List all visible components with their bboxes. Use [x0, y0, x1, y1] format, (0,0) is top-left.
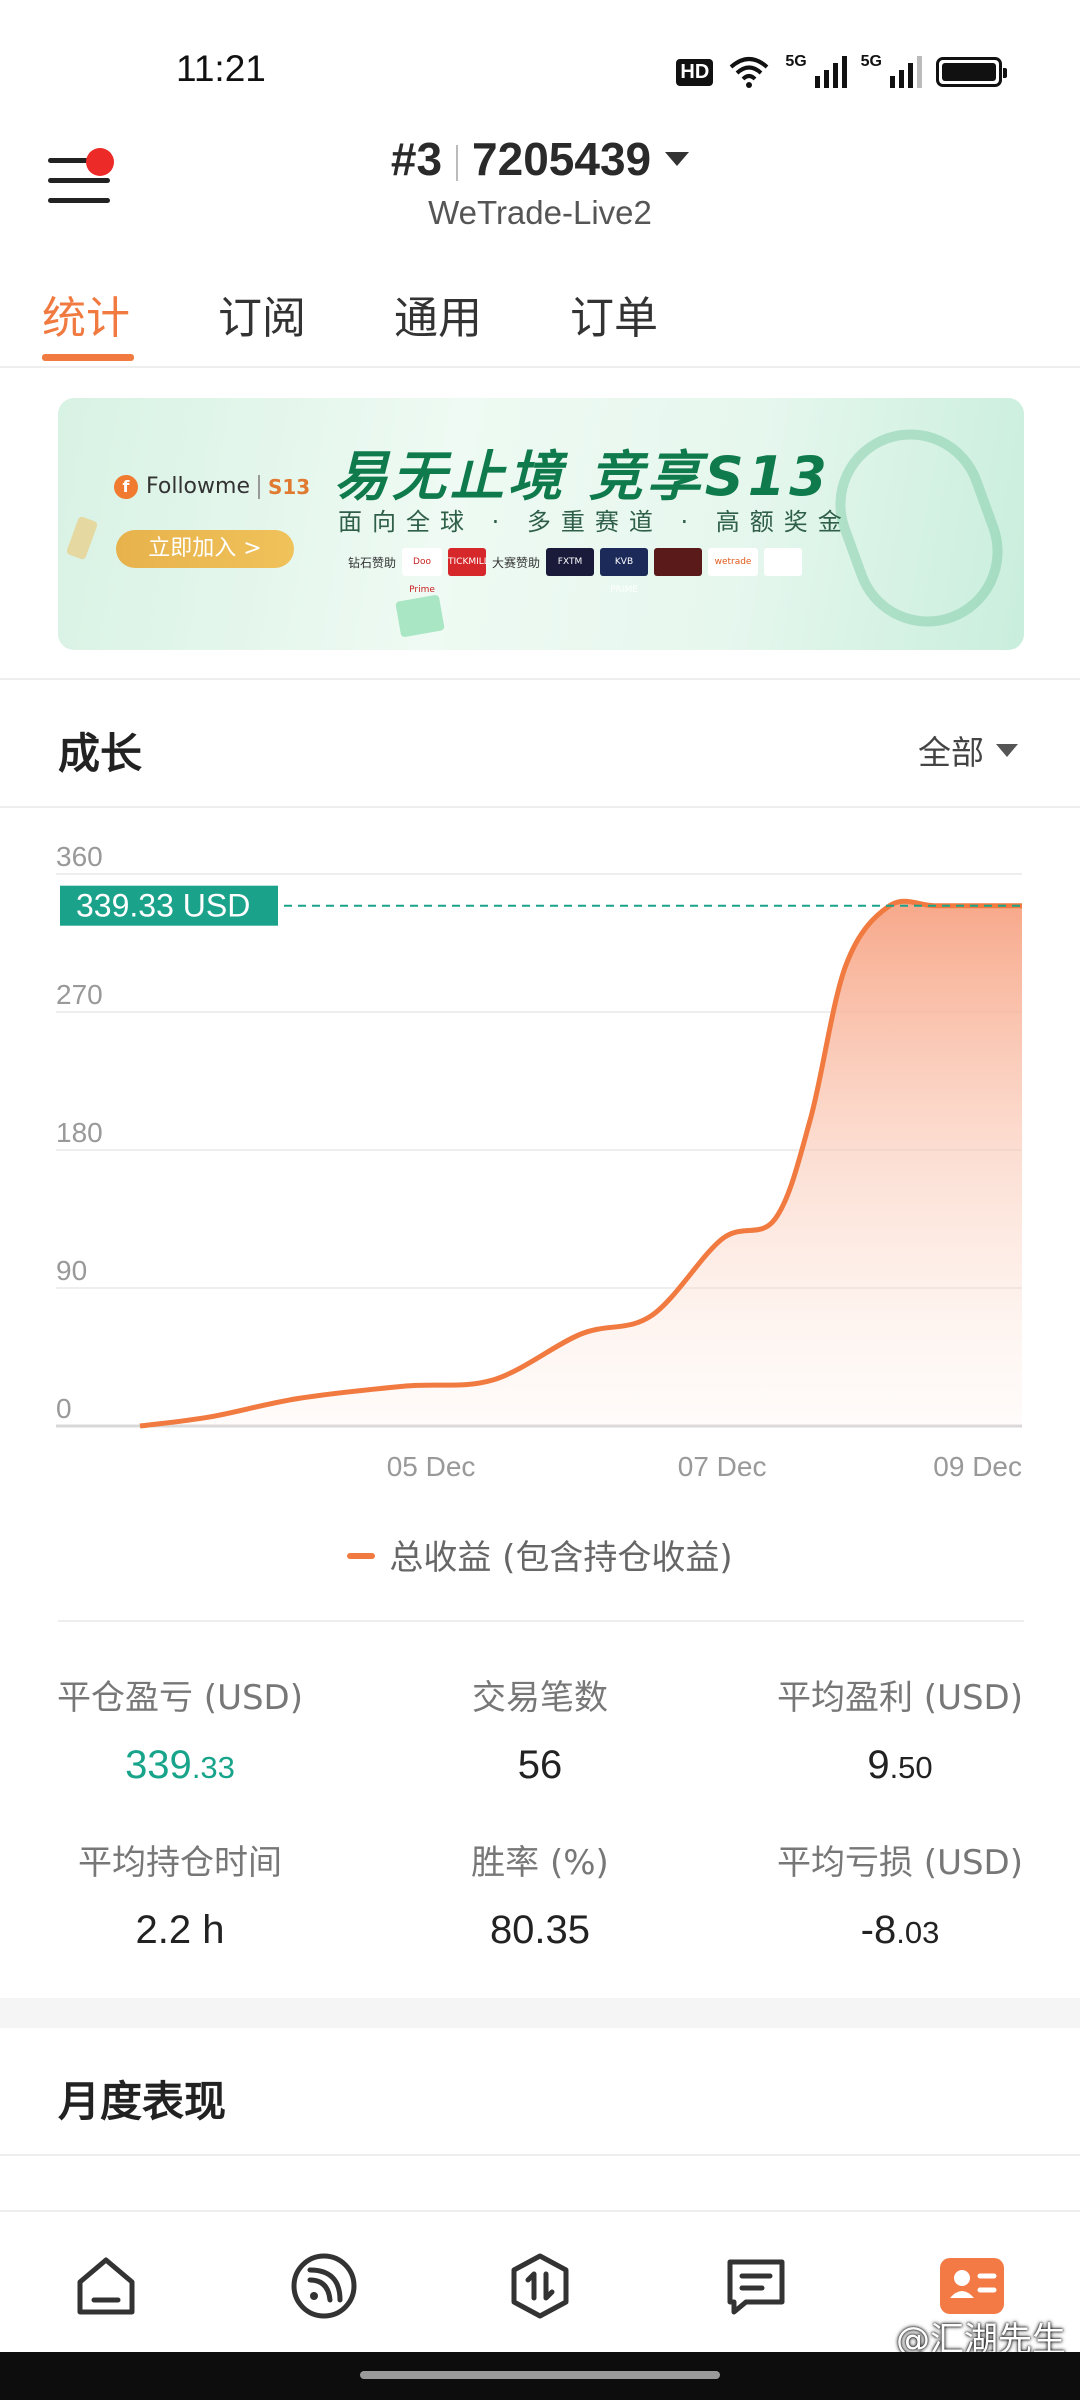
stat-label: 胜率 (%): [471, 1843, 609, 1883]
system-nav-bar: [0, 2352, 1080, 2400]
account-selector[interactable]: #3 7205439: [0, 132, 1080, 186]
join-button[interactable]: 立即加入 >: [116, 530, 294, 568]
signal-icon-2: [890, 56, 922, 88]
stat-avg-profit: 平均盈利 (USD) 9.50: [720, 1670, 1080, 1788]
banner-subtitle: 面向全球 · 多重赛道 · 高额奖金: [338, 508, 852, 536]
stat-trade-count: 交易笔数 56: [360, 1670, 720, 1788]
feed-icon: [291, 2253, 357, 2319]
stat-value: -8.03: [860, 1908, 940, 1952]
chevron-down-icon: [996, 743, 1018, 757]
status-icons: HD 5G 5G: [676, 52, 1007, 92]
stat-label: 平仓盈亏 (USD): [57, 1678, 303, 1718]
home-indicator[interactable]: [360, 2371, 720, 2379]
wifi-icon: [729, 57, 769, 88]
stat-value: 9.50: [867, 1743, 933, 1787]
event-sponsor-label: 大赛赞助: [492, 555, 541, 570]
stat-label: 平均持仓时间: [78, 1843, 282, 1883]
y-tick-label: 180: [56, 1117, 103, 1148]
monthly-title: 月度表现: [58, 2077, 227, 2126]
hd-voice-icon: HD: [676, 58, 714, 86]
period-filter-label: 全部: [918, 733, 984, 772]
active-tab-indicator: [42, 354, 134, 361]
legend-swatch: [347, 1552, 376, 1559]
network-5g-label-2: 5G: [860, 53, 882, 70]
status-bar: 11:21 HD 5G 5G: [0, 0, 1080, 130]
stat-value: 339.33: [125, 1743, 235, 1787]
banner-brand: Followme: [146, 474, 250, 499]
nav-trade[interactable]: [504, 2250, 576, 2322]
account-index: #3: [390, 133, 443, 185]
sponsor-logo: Doo Prime: [402, 548, 443, 595]
banner-logo: f Followme S13: [114, 474, 310, 499]
divider: [58, 1620, 1024, 1622]
tab-statistics[interactable]: 统计: [42, 282, 130, 346]
x-tick-label: 07 Dec: [678, 1451, 767, 1482]
cube-decoration: [65, 515, 99, 561]
nav-messages[interactable]: [720, 2250, 792, 2322]
trade-icon: [511, 2253, 569, 2319]
home-icon: [77, 2257, 135, 2315]
growth-title: 成长: [58, 729, 143, 778]
x-tick-label: 05 Dec: [387, 1451, 476, 1482]
diamond-sponsor-label: 钻石赞助: [348, 555, 397, 570]
growth-chart: 0 90 180 270 360 05 Dec 07 Dec 09 Dec 339.33 US…: [0, 810, 1080, 1610]
x-tick-label: 09 Dec: [933, 1451, 1022, 1482]
sponsor-logo: FXTM: [546, 548, 595, 576]
stat-label: 交易笔数: [472, 1678, 608, 1718]
sponsor-logo: wetrade: [708, 548, 759, 576]
stat-label: 平均亏损 (USD): [777, 1843, 1023, 1883]
nav-home[interactable]: [70, 2250, 142, 2322]
server-name: WeTrade-Live2: [428, 194, 652, 231]
status-time: 11:21: [176, 48, 266, 89]
period-filter[interactable]: 全部: [918, 726, 1018, 774]
y-tick-label: 270: [56, 979, 103, 1010]
promo-banner[interactable]: f Followme S13 立即加入 > 易无止境 竞享S13 面向全球 · …: [58, 398, 1024, 650]
app-header: #3 7205439 WeTrade-Live2: [0, 120, 1080, 250]
monthly-section-header: 月度表现: [0, 2028, 1080, 2156]
network-5g-label-1: 5G: [785, 53, 807, 70]
account-number: 7205439: [472, 133, 652, 185]
chevron-down-icon: [665, 151, 690, 166]
nav-feed[interactable]: [288, 2250, 360, 2322]
sponsor-logo: [764, 548, 803, 576]
tab-subscribe[interactable]: 订阅: [218, 282, 306, 346]
stat-avg-loss: 平均亏损 (USD) -8.03: [720, 1835, 1080, 1953]
stat-win-rate: 胜率 (%) 80.35: [360, 1835, 720, 1953]
tab-orders[interactable]: 订单: [570, 282, 658, 346]
y-tick-label: 0: [56, 1393, 72, 1424]
series-area: [140, 901, 1022, 1426]
stat-value: 2.2 h: [135, 1908, 225, 1952]
current-value-label: 339.33 USD: [76, 888, 250, 924]
growth-chart-svg: 0 90 180 270 360 05 Dec 07 Dec 09 Dec 339.33 US…: [56, 841, 1022, 1482]
growth-header: 成长 全部: [0, 680, 1080, 808]
y-tick-label: 90: [56, 1255, 87, 1286]
legend-label: 总收益 (包含持仓收益): [389, 1538, 733, 1578]
sponsor-logo: TICKMILL: [448, 548, 489, 576]
sponsor-logo: KVB PRIME: [600, 548, 649, 595]
tab-bar: 统计 订阅 通用 订单: [0, 270, 1080, 368]
banner-brand-tag: S13: [257, 474, 310, 499]
battery-icon: [936, 57, 1007, 87]
stat-closed-pnl: 平仓盈亏 (USD) 339.33: [0, 1670, 360, 1788]
sponsor-logo: [654, 548, 703, 576]
stat-value: 80.35: [489, 1908, 591, 1952]
signal-icon-1: [814, 56, 847, 88]
y-tick-label: 360: [56, 841, 103, 872]
sponsor-row: 钻石赞助 Doo Prime TICKMILL 大赛赞助 FXTM KVB PR…: [348, 548, 803, 595]
message-icon: [727, 2259, 785, 2315]
section-gap: [0, 1998, 1080, 2028]
followme-logo-icon: f: [114, 474, 138, 499]
stat-label: 平均盈利 (USD): [777, 1678, 1023, 1718]
stat-avg-hold-time: 平均持仓时间 2.2 h: [0, 1835, 360, 1953]
stat-value: 56: [517, 1743, 563, 1787]
tab-general[interactable]: 通用: [394, 282, 482, 346]
banner-title: 易无止境 竞享S13: [334, 445, 831, 508]
chart-legend: 总收益 (包含持仓收益): [0, 1530, 1080, 1579]
